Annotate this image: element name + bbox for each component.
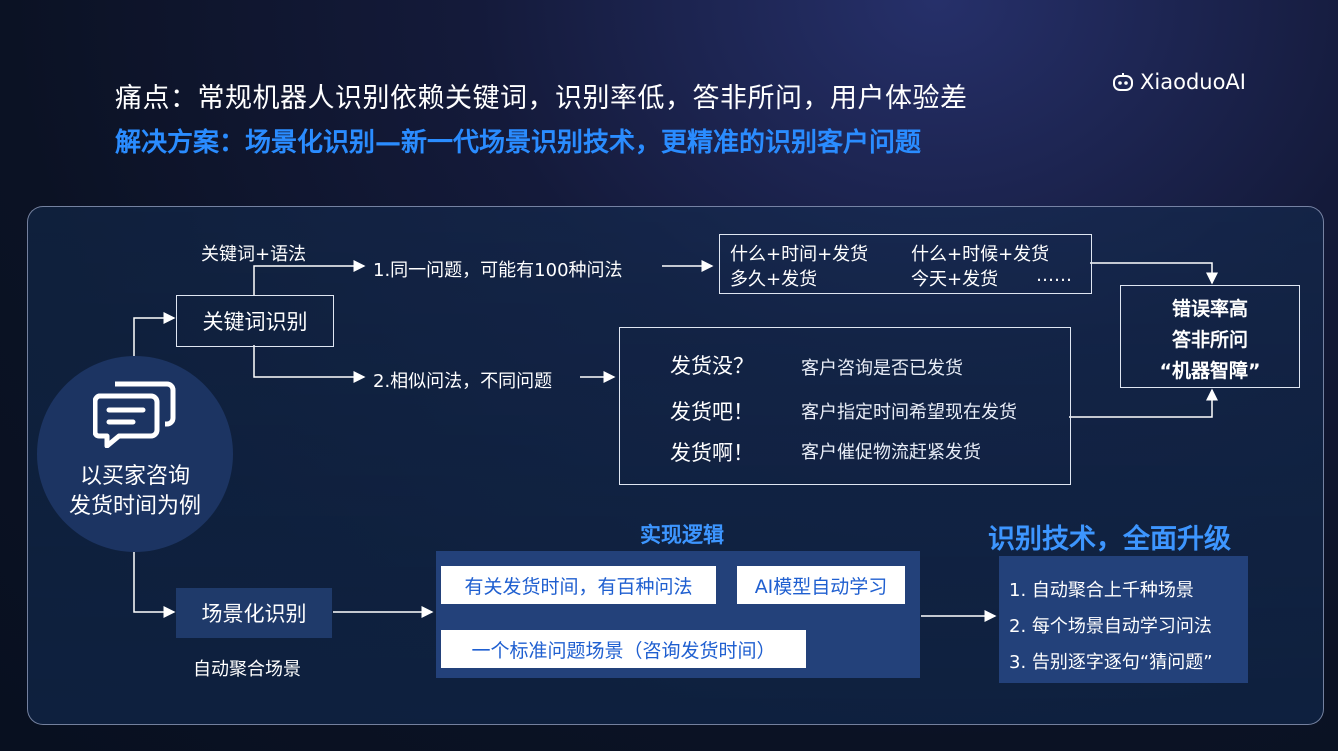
result-line: 答非所问 <box>1171 329 1248 351</box>
result-line: “机器智障” <box>1159 360 1261 382</box>
similar-question: 发货吧！ <box>670 400 754 424</box>
scene-recognition-box: 场景化识别 <box>176 588 332 638</box>
auto-aggregate-label: 自动聚合场景 <box>193 659 301 680</box>
similar-description: 客户指定时间希望现在发货 <box>801 402 1017 423</box>
phrase-item: 什么+时间+发货 <box>730 244 869 265</box>
similar-description: 客户咨询是否已发货 <box>801 358 963 379</box>
upgrade-item: 1. 自动聚合上千种场景 <box>1009 580 1194 601</box>
similar-questions-box: 发货没？ 客户咨询是否已发货 发货吧！ 客户指定时间希望现在发货 发货啊！ 客户… <box>619 327 1071 485</box>
issue-1-label: 1.同一问题，可能有100种问法 <box>373 260 623 281</box>
upgrade-item: 2. 每个场景自动学习问法 <box>1009 616 1212 637</box>
phrase-item: …… <box>1036 265 1072 286</box>
upgrade-panel: 1. 自动聚合上千种场景 2. 每个场景自动学习问法 3. 告别逐字逐句“猜问题… <box>999 556 1248 683</box>
phrase-item: 今天+发货 <box>911 269 999 290</box>
result-line: 错误率高 <box>1171 298 1248 320</box>
phrase-item: 多久+发货 <box>730 269 818 290</box>
phrase-combinations-box: 什么+时间+发货 什么+时候+发货 多久+发货 今天+发货 …… <box>719 234 1092 294</box>
keyword-recognition-box: 关键词识别 <box>176 295 334 347</box>
step-ai-learning: AI模型自动学习 <box>737 566 905 604</box>
issue-2-label: 2.相似问法，不同问题 <box>373 371 553 392</box>
error-result-box: 错误率高 答非所问 “机器智障” <box>1120 285 1300 388</box>
upgrade-title: 识别技术，全面升级 <box>988 524 1231 555</box>
keyword-method-label: 关键词+语法 <box>201 244 307 265</box>
similar-description: 客户催促物流赶紧发货 <box>801 442 981 463</box>
similar-question: 发货啊！ <box>670 441 754 465</box>
step-standard-scene: 一个标准问题场景（咨询发货时间） <box>441 630 806 668</box>
step-many-phrasings: 有关发货时间，有百种问法 <box>441 566 716 604</box>
logic-title: 实现逻辑 <box>640 523 724 547</box>
upgrade-item: 3. 告别逐字逐句“猜问题” <box>1009 652 1213 673</box>
similar-question: 发货没？ <box>670 354 754 378</box>
phrase-item: 什么+时候+发货 <box>911 244 1050 265</box>
